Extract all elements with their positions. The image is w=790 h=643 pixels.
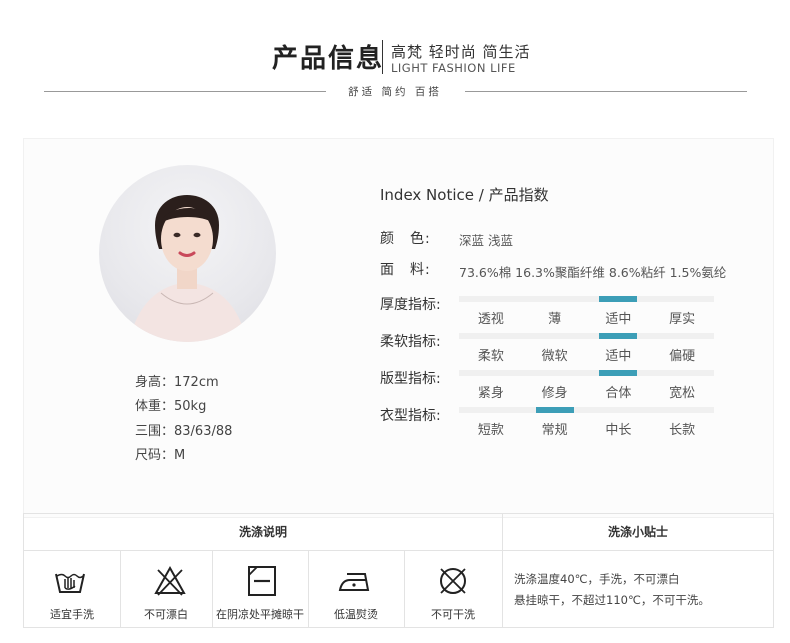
no-dry-clean-label: 不可干洗 — [431, 608, 475, 621]
wash-tip-line-1: 洗涤温度40℃，手洗，不可漂白 — [514, 572, 680, 586]
indicator-track — [459, 407, 714, 413]
indicator-option: 修身 — [541, 386, 568, 401]
indicator-track — [459, 370, 714, 376]
wash-tip-line-2: 悬挂晾干，不超过110℃，不可干洗。 — [514, 593, 710, 607]
model-size: 尺码：M — [135, 448, 186, 463]
dry-flat-shade-icon — [248, 566, 276, 596]
indicator-option: 宽松 — [669, 386, 696, 401]
model-photo — [99, 165, 276, 342]
indicator-option: 短款 — [477, 423, 504, 438]
indicator-option: 微软 — [541, 349, 568, 364]
no-dry-clean-icon — [440, 568, 466, 594]
no-bleach-icon — [154, 565, 186, 596]
model-weight: 体重：50kg — [135, 399, 207, 414]
model-height: 身高：172cm — [135, 375, 219, 390]
indicator-selected-marker — [599, 296, 638, 302]
indicator-track — [459, 296, 714, 302]
indicator-track — [459, 333, 714, 339]
indicator-option: 透视 — [477, 312, 504, 327]
indicator-option: 薄 — [548, 312, 562, 327]
indicator-selected-marker — [599, 370, 638, 376]
hand-wash-label: 适宜手洗 — [50, 608, 94, 621]
indicator-option: 中长 — [605, 423, 632, 438]
index-title: Index Notice / 产品指数 — [380, 186, 549, 204]
indicator-selected-marker — [535, 407, 574, 413]
low-iron-icon — [338, 573, 370, 591]
hand-wash-icon — [55, 573, 85, 593]
indicator-option: 长款 — [669, 423, 696, 438]
title-divider — [382, 40, 383, 74]
header-divider-text: 舒适 简约 百搭 — [348, 86, 442, 98]
header-rule-left — [44, 91, 326, 92]
indicator-option: 紧身 — [477, 386, 504, 401]
brand-tagline-cn: 高梵 轻时尚 简生活 — [391, 43, 531, 61]
indicator-label: 版型指标: — [380, 371, 441, 387]
wash-tips-header: 洗涤小贴士 — [607, 525, 668, 539]
model-illustration — [129, 195, 247, 342]
header-rule-right — [465, 91, 747, 92]
indicator-option: 柔软 — [477, 349, 504, 364]
indicator-selected-marker — [599, 333, 638, 339]
indicator-option: 适中 — [605, 312, 632, 327]
indicator-label: 厚度指标: — [380, 297, 441, 313]
indicator-label: 衣型指标: — [380, 408, 441, 424]
indicator-option: 偏硬 — [669, 349, 696, 364]
wash-column-divider — [502, 514, 503, 627]
no-bleach-label: 不可漂白 — [144, 608, 188, 621]
indicator-label: 柔软指标: — [380, 334, 441, 350]
color-value: 深蓝 浅蓝 — [459, 233, 513, 248]
color-label: 颜 色: — [380, 231, 431, 247]
dry-flat-shade-label: 在阴凉处平摊晾干 — [216, 608, 304, 621]
low-iron-label: 低温熨烫 — [334, 608, 378, 621]
wash-header-divider — [24, 550, 773, 551]
wash-header: 洗涤说明 — [238, 525, 287, 539]
indicator-option: 厚实 — [669, 312, 696, 327]
indicator-option: 合体 — [605, 386, 632, 401]
indicator-option: 常规 — [541, 423, 568, 438]
fabric-value: 73.6%棉 16.3%聚酯纤维 8.6%粘纤 1.5%氨纶 — [459, 265, 727, 280]
indicator-option: 适中 — [605, 349, 632, 364]
brand-tagline-en: LIGHT FASHION LIFE — [391, 61, 516, 75]
model-measurements: 三围：83/63/88 — [135, 424, 233, 439]
page-title: 产品信息 — [272, 44, 385, 74]
fabric-label: 面 料: — [380, 262, 431, 278]
